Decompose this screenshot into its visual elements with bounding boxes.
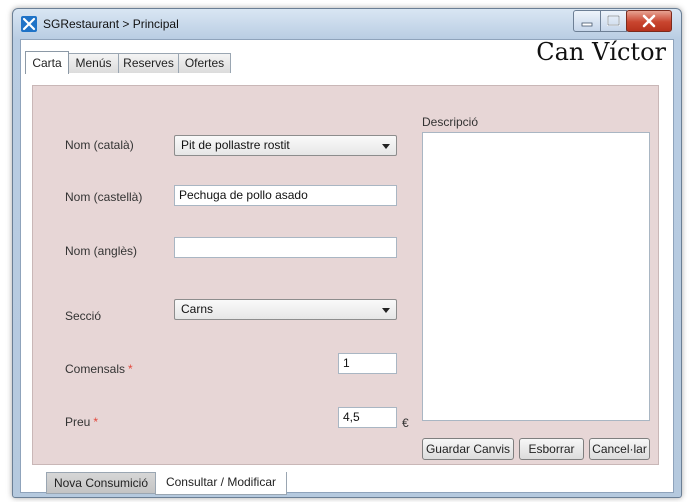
- close-button[interactable]: [626, 10, 672, 32]
- carta-panel: Nom (català) Pit de pollastre rostit Nom…: [32, 85, 659, 465]
- main-area: Can Víctor Carta Menús Reserves Ofertes …: [20, 38, 674, 495]
- tab-nova-consumicio[interactable]: Nova Consumició: [46, 472, 156, 494]
- chevron-down-icon: [382, 144, 390, 149]
- app-icon: [21, 16, 37, 32]
- window-title: SGRestaurant > Principal: [43, 17, 179, 31]
- minimize-icon: [581, 22, 593, 27]
- required-mark: *: [128, 362, 133, 376]
- required-mark: *: [93, 415, 99, 429]
- comensals-label-text: Comensals: [65, 362, 126, 376]
- cancel-button[interactable]: Cancel·lar: [589, 438, 650, 460]
- comensals-input[interactable]: 1: [338, 353, 397, 374]
- nom-angles-label: Nom (anglès): [65, 244, 138, 258]
- tab-reserves[interactable]: Reserves: [118, 53, 179, 73]
- app-window: SGRestaurant > Principal Can Víctor Cart…: [12, 8, 682, 498]
- close-icon: [642, 14, 656, 28]
- seccio-value: Carns: [181, 302, 214, 316]
- restaurant-name: Can Víctor: [536, 38, 666, 66]
- euro-unit: €: [402, 416, 409, 430]
- nom-catala-label: Nom (català): [65, 138, 134, 152]
- title-bar[interactable]: SGRestaurant > Principal: [13, 9, 681, 39]
- seccio-select[interactable]: Carns: [174, 299, 397, 320]
- nom-catala-value: Pit de pollastre rostit: [181, 138, 290, 152]
- preu-input[interactable]: 4,5: [338, 407, 397, 428]
- descripcio-textarea[interactable]: [422, 132, 650, 421]
- tab-consultar-modificar[interactable]: Consultar / Modificar: [155, 472, 287, 495]
- maximize-button[interactable]: [600, 10, 627, 32]
- seccio-label: Secció: [65, 309, 102, 323]
- tab-menus[interactable]: Menús: [68, 53, 119, 73]
- descripcio-label: Descripció: [422, 115, 479, 129]
- maximize-icon: [607, 15, 620, 26]
- nom-castella-input[interactable]: Pechuga de pollo asado: [174, 185, 397, 206]
- minimize-button[interactable]: [573, 10, 601, 32]
- nom-angles-input[interactable]: [174, 237, 397, 258]
- delete-button[interactable]: Esborrar: [519, 438, 584, 460]
- preu-label-text: Preu: [65, 415, 91, 429]
- nom-castella-label: Nom (castellà): [65, 190, 143, 204]
- tab-ofertes[interactable]: Ofertes: [178, 53, 231, 73]
- preu-label: Preu *: [65, 415, 98, 429]
- chevron-down-icon: [382, 308, 390, 313]
- nom-catala-select[interactable]: Pit de pollastre rostit: [174, 135, 397, 156]
- save-changes-button[interactable]: Guardar Canvis: [422, 438, 514, 460]
- tab-carta[interactable]: Carta: [25, 51, 69, 74]
- comensals-label: Comensals *: [65, 362, 133, 376]
